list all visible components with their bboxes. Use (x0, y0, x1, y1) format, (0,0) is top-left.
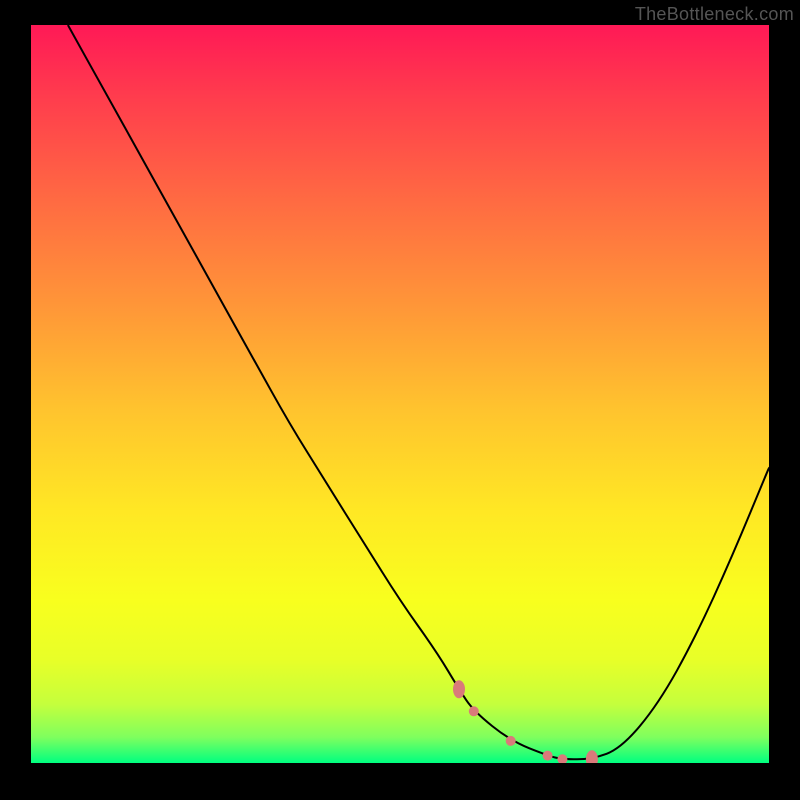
optimal-marker (586, 750, 598, 763)
optimal-marker (557, 754, 567, 763)
optimal-marker (543, 751, 553, 761)
bottleneck-curve-path (68, 25, 769, 759)
optimal-marker (469, 706, 479, 716)
chart-plot-area (31, 25, 769, 763)
optimal-marker-group (453, 680, 598, 763)
optimal-marker (453, 680, 465, 698)
chart-svg (31, 25, 769, 763)
optimal-marker (506, 736, 516, 746)
watermark-text: TheBottleneck.com (635, 4, 794, 25)
